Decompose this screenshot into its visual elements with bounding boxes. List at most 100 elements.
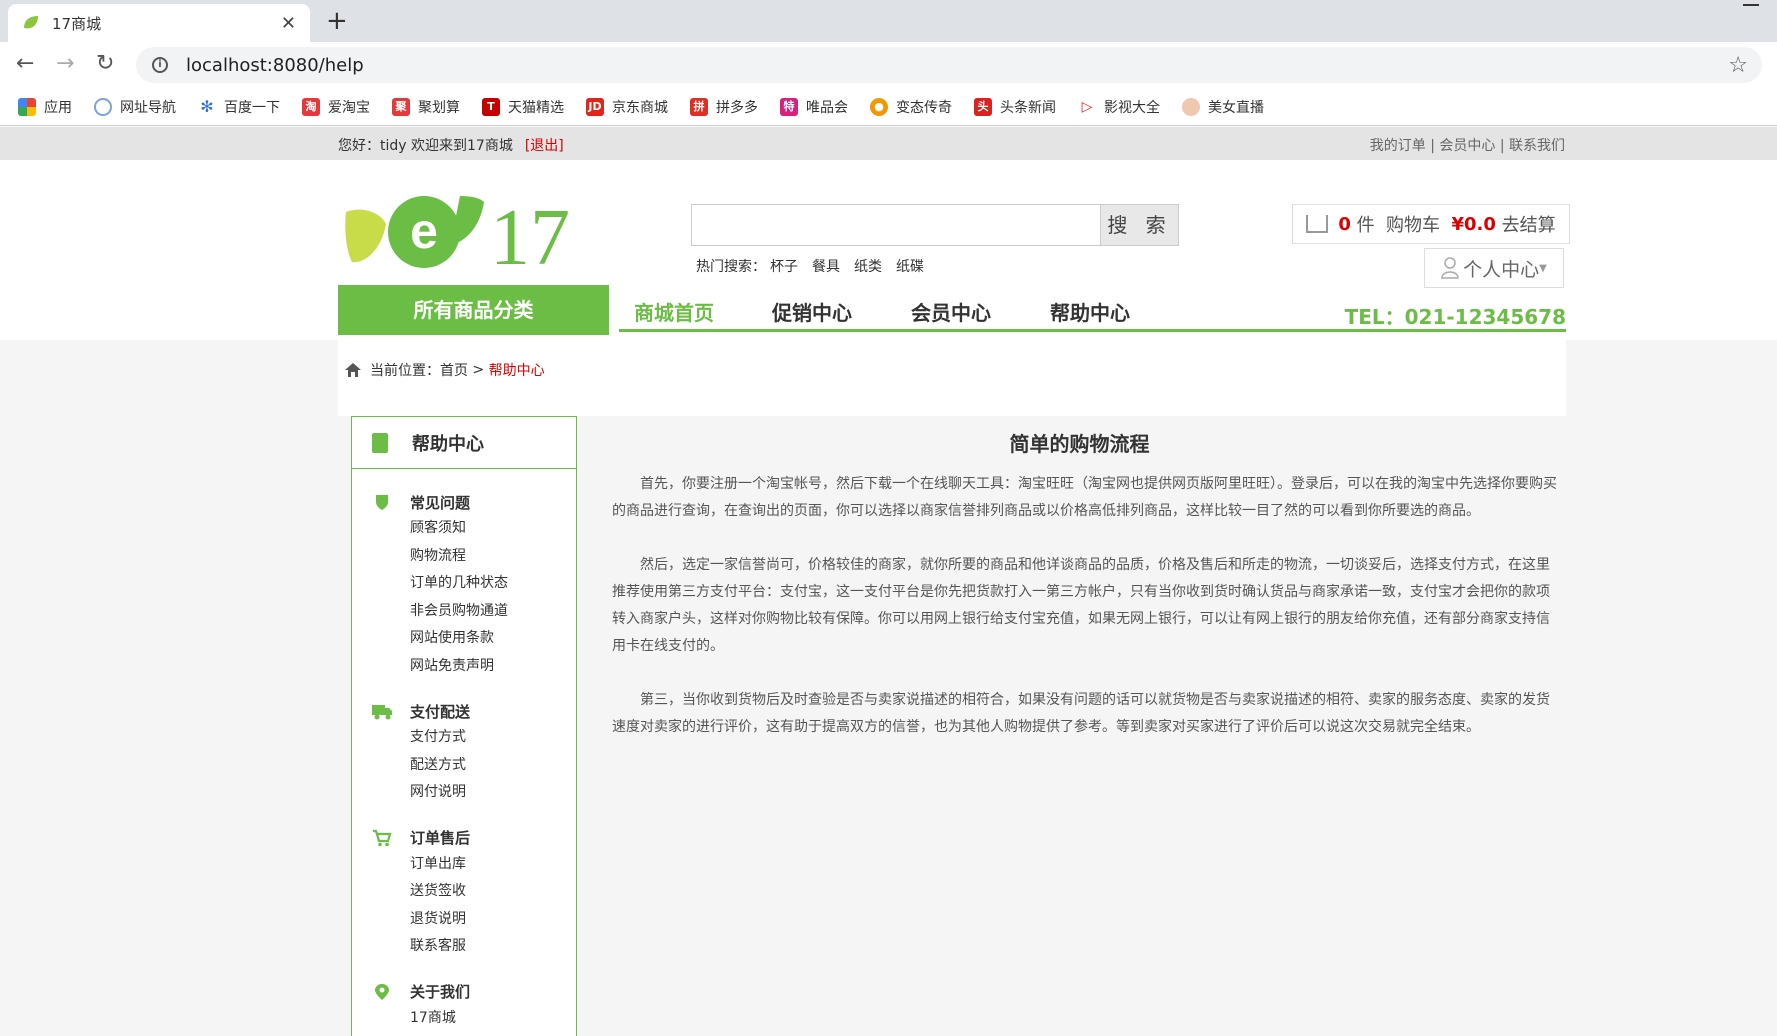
sidebar-item[interactable]: 送货签收	[372, 878, 576, 906]
bookmark-item[interactable]: 头头条新闻	[974, 97, 1056, 117]
video-play-icon: ▷	[1081, 98, 1093, 115]
location-pin-icon	[375, 983, 389, 1000]
nav-home[interactable]: 商城首页	[634, 297, 714, 326]
new-tab-button[interactable]: +	[326, 8, 348, 34]
group-title: 常见问题	[410, 493, 471, 512]
hot-term[interactable]: 杯子	[770, 259, 798, 275]
site-info-icon[interactable]: i	[152, 57, 168, 73]
browser-tab[interactable]: 17商城 ✕	[8, 4, 310, 42]
taobao-icon: 淘	[302, 97, 320, 116]
bookmark-item[interactable]: 拼拼多多	[690, 97, 758, 117]
bookmark-item[interactable]: 美女直播	[1182, 97, 1264, 117]
breadcrumb: 当前位置：首页 > 帮助中心	[344, 360, 545, 380]
sidebar-item[interactable]: 购物流程	[372, 543, 576, 571]
minimize-icon[interactable]	[1743, 4, 1759, 6]
sidebar-item[interactable]: 网站使用条款	[372, 625, 576, 653]
cart-label: 购物车	[1386, 215, 1441, 236]
sidebar-item[interactable]: 退货说明	[372, 906, 576, 934]
sidebar-header: 帮助中心	[352, 417, 576, 469]
address-url[interactable]: localhost:8080/help	[186, 55, 1728, 76]
address-bar[interactable]: i localhost:8080/help ☆	[136, 47, 1762, 83]
personal-label: 个人中心	[1463, 258, 1540, 281]
sidebar-item[interactable]: 网付说明	[372, 779, 576, 807]
hot-searches: 热门搜索： 杯子 餐具 纸类 纸碟	[696, 256, 938, 276]
logout-link[interactable]: [退出]	[525, 138, 564, 154]
sidebar-item[interactable]: 订单出库	[372, 851, 576, 879]
sidebar-group-faq: 常见问题 顾客须知 购物流程 订单的几种状态 非会员购物通道 网站使用条款 网站…	[352, 489, 576, 680]
tab-close-icon[interactable]: ✕	[281, 13, 296, 34]
article-paragraph: 首先，你要注册一个淘宝帐号，然后下载一个在线聊天工具：淘宝旺旺（淘宝网也提供网页…	[612, 476, 1557, 519]
bookmark-item[interactable]: 特唯品会	[780, 97, 848, 117]
bookmark-item[interactable]: T 天猫精选	[482, 97, 564, 117]
bookmark-item[interactable]: ▷ 影视大全	[1078, 97, 1160, 117]
checkout-link[interactable]: 去结算	[1502, 211, 1556, 237]
search-input[interactable]	[692, 205, 1100, 245]
bookmark-item[interactable]: ● 变态传奇	[870, 97, 952, 117]
search-bar: 搜 索	[691, 204, 1179, 246]
bookmark-item[interactable]: 聚聚划算	[392, 97, 460, 117]
site-logo[interactable]: e 17	[342, 190, 582, 270]
all-categories-button[interactable]: 所有商品分类	[338, 285, 609, 335]
breadcrumb-home[interactable]: 当前位置：首页	[370, 360, 468, 380]
greeting-text: 您好：tidy 欢迎来到17商城	[338, 138, 513, 154]
help-content: 简单的购物流程 首先，你要注册一个淘宝帐号，然后下载一个在线聊天工具：淘宝旺旺（…	[593, 416, 1566, 790]
nav-members[interactable]: 会员中心	[911, 297, 991, 326]
sidebar-item[interactable]: 支付方式	[372, 724, 576, 752]
cart-box[interactable]: 0 件 购物车 ¥0.0 去结算	[1292, 204, 1570, 244]
bookmark-item[interactable]: 淘爱淘宝	[302, 97, 370, 117]
group-header: 关于我们	[372, 979, 576, 1005]
hot-term[interactable]: 纸碟	[896, 259, 924, 275]
search-button[interactable]: 搜 索	[1100, 205, 1178, 245]
sidebar-group-about: 关于我们 17商城	[352, 979, 576, 1033]
sidebar-item[interactable]: 顾客须知	[372, 515, 576, 543]
game-icon: ●	[870, 97, 888, 116]
group-header: 订单售后	[372, 825, 576, 851]
hot-term[interactable]: 纸类	[854, 259, 882, 275]
nav-help[interactable]: 帮助中心	[1050, 297, 1130, 326]
back-icon[interactable]: ←	[16, 51, 34, 76]
forward-icon[interactable]: →	[56, 51, 74, 76]
site-topbar: 您好：tidy 欢迎来到17商城 [退出] 我的订单 | 会员中心 | 联系我们	[0, 127, 1777, 160]
bookmark-item[interactable]: JD 京东商城	[586, 97, 668, 117]
bookmark-label: 拼多多	[716, 99, 758, 116]
sidebar-item[interactable]: 订单的几种状态	[372, 570, 576, 598]
browser-toolbar: ← → ↻ i localhost:8080/help ☆	[0, 42, 1777, 88]
bookmark-apps[interactable]: 应用	[18, 97, 72, 117]
chevron-down-icon: ▼	[1539, 262, 1547, 274]
nav-promotions[interactable]: 促销中心	[772, 297, 852, 326]
juhuasuan-icon: 聚	[392, 97, 410, 116]
bookmark-label: 天猫精选	[508, 99, 564, 116]
bookmark-star-icon[interactable]: ☆	[1728, 53, 1748, 78]
personal-center-dropdown[interactable]: 个人中心 ▼	[1424, 248, 1564, 288]
book-icon	[372, 432, 388, 453]
cart-icon	[373, 829, 392, 846]
jd-icon: JD	[586, 97, 604, 116]
browser-tabstrip: 17商城 ✕ +	[0, 0, 1777, 42]
bookmark-item[interactable]: 网址导航	[94, 97, 176, 117]
bookmark-item[interactable]: ✻ 百度一下	[198, 97, 280, 117]
shield-icon	[376, 495, 388, 510]
reload-icon[interactable]: ↻	[96, 51, 114, 76]
baidu-paw-icon: ✻	[200, 96, 214, 116]
bookmark-label: 影视大全	[1104, 99, 1160, 116]
topbar-links[interactable]: 我的订单 | 会员中心 | 联系我们	[1370, 135, 1565, 155]
group-title: 关于我们	[410, 983, 471, 1001]
main-nav: 所有商品分类 商城首页 促销中心 会员中心 帮助中心 TEL：021-12345…	[338, 285, 1566, 335]
welcome: 您好：tidy 欢迎来到17商城 [退出]	[338, 135, 564, 155]
svg-text:e: e	[410, 203, 438, 259]
bookmark-label: 美女直播	[1208, 99, 1264, 116]
sidebar-item[interactable]: 非会员购物通道	[372, 598, 576, 626]
sidebar-item[interactable]: 配送方式	[372, 752, 576, 780]
article-title: 简单的购物流程	[1009, 432, 1150, 456]
bookmark-label: 京东商城	[612, 99, 668, 116]
tmall-icon: T	[482, 97, 500, 116]
sidebar-item[interactable]: 网站免责声明	[372, 653, 576, 681]
breadcrumb-current: 帮助中心	[488, 363, 545, 379]
globe-icon	[94, 97, 112, 116]
sidebar-item[interactable]: 联系客服	[372, 933, 576, 961]
tab-title: 17商城	[52, 14, 102, 33]
sidebar-item[interactable]: 17商城	[372, 1005, 576, 1033]
cart-unit: 件	[1356, 215, 1375, 236]
hot-term[interactable]: 餐具	[812, 259, 840, 275]
bookmark-label: 聚划算	[418, 99, 460, 116]
